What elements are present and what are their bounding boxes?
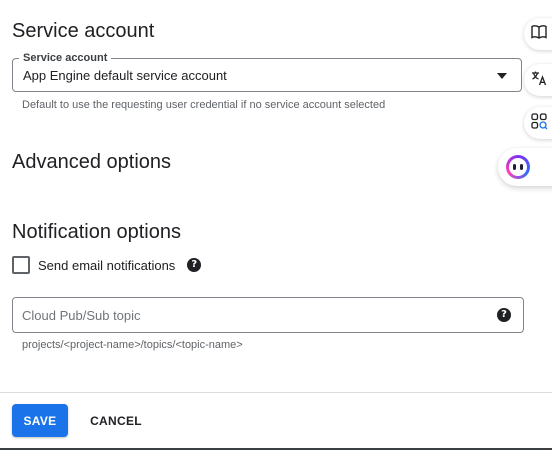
email-notifications-label[interactable]: Send email notifications xyxy=(38,258,175,273)
translate-icon xyxy=(530,69,548,92)
service-account-heading: Service account xyxy=(12,20,155,42)
service-account-field-label: Service account xyxy=(19,51,112,65)
notification-options-heading: Notification options xyxy=(12,221,181,243)
pubsub-topic-input[interactable] xyxy=(22,306,482,324)
email-notifications-checkbox[interactable] xyxy=(12,256,30,274)
dropdown-arrow-icon[interactable] xyxy=(497,73,507,79)
assistant-icon xyxy=(506,155,530,179)
service-account-select[interactable]: Service account App Engine default servi… xyxy=(12,51,522,92)
pubsub-topic-helper: projects/<project-name>/topics/<topic-na… xyxy=(22,339,243,351)
side-tool-translate[interactable] xyxy=(524,64,552,96)
service-account-helper: Default to use the requesting user crede… xyxy=(22,99,386,111)
assistant-launcher[interactable] xyxy=(498,148,552,186)
pubsub-topic-field[interactable]: ? xyxy=(12,297,524,333)
cancel-button[interactable]: CANCEL xyxy=(82,404,150,437)
save-button[interactable]: SAVE xyxy=(12,404,68,437)
advanced-options-heading[interactable]: Advanced options xyxy=(12,150,171,174)
pubsub-help-icon[interactable]: ? xyxy=(497,308,511,322)
apps-search-icon xyxy=(530,112,548,135)
book-icon xyxy=(530,23,548,46)
footer-divider xyxy=(0,392,552,393)
email-help-icon[interactable]: ? xyxy=(187,258,202,272)
email-notifications-row: Send email notifications ? xyxy=(12,256,202,274)
side-tool-book[interactable] xyxy=(524,18,552,50)
side-tool-apps[interactable] xyxy=(524,107,552,139)
service-account-value: App Engine default service account xyxy=(23,68,227,83)
